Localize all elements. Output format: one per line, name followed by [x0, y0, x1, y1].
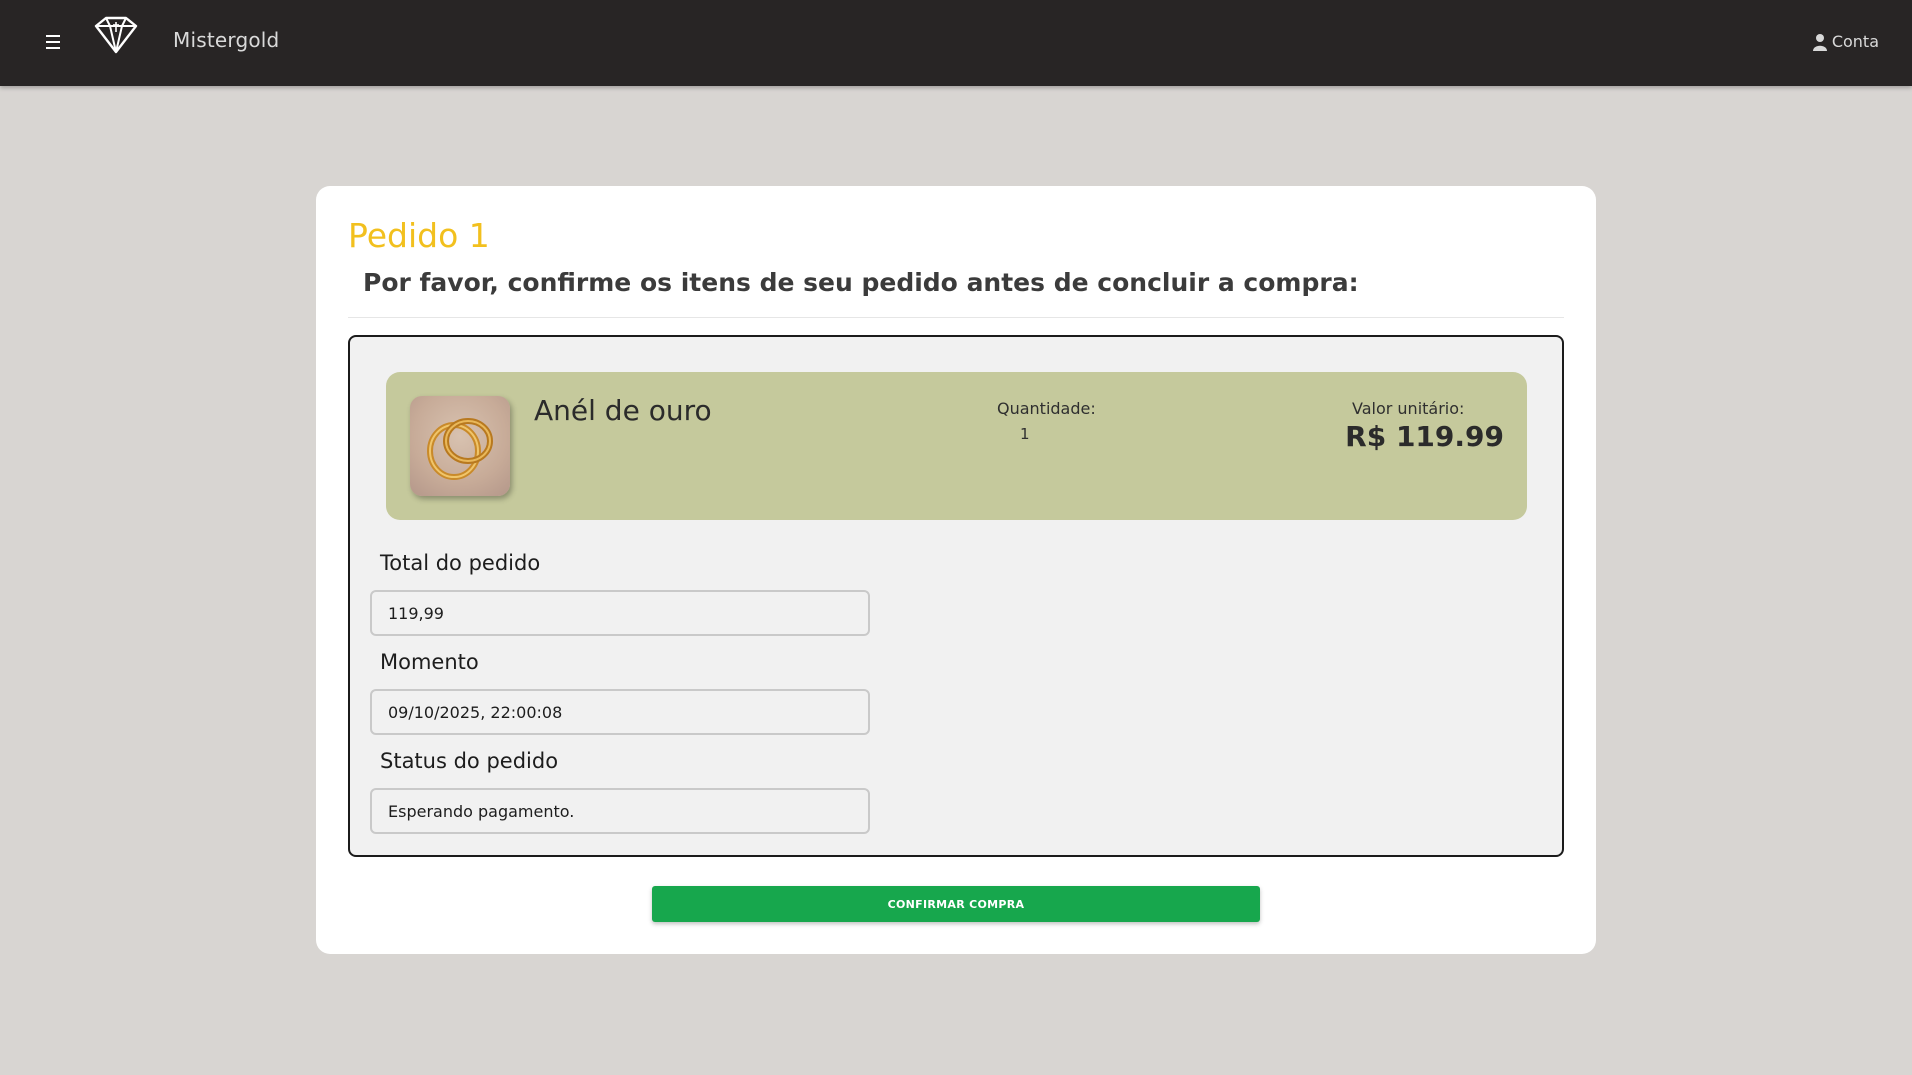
status-field[interactable]: [370, 788, 870, 834]
brand-name[interactable]: Mistergold: [173, 28, 279, 52]
user-icon: [1812, 33, 1827, 51]
order-card: Pedido 1 Por favor, confirme os itens de…: [316, 186, 1596, 954]
account-label: Conta: [1831, 32, 1879, 51]
diamond-logo-icon[interactable]: [90, 16, 142, 56]
unit-price-value: R$ 119.99: [1345, 420, 1504, 453]
total-field[interactable]: [370, 590, 870, 636]
quantity-label: Quantidade:: [997, 399, 1096, 418]
quantity-value: 1: [1020, 425, 1030, 443]
hamburger-menu-icon[interactable]: [46, 31, 66, 53]
page-subtitle: Por favor, confirme os itens de seu pedi…: [363, 268, 1359, 297]
status-label: Status do pedido: [380, 749, 559, 773]
confirm-purchase-button[interactable]: CONFIRMAR COMPRA: [652, 886, 1260, 922]
page-title: Pedido 1: [348, 216, 490, 255]
moment-field[interactable]: [370, 689, 870, 735]
item-name: Anél de ouro: [534, 394, 712, 427]
order-item: Anél de ouro Quantidade: 1 Valor unitári…: [386, 372, 1527, 520]
total-label: Total do pedido: [380, 551, 541, 575]
order-items-box: Anél de ouro Quantidade: 1 Valor unitári…: [348, 335, 1564, 857]
moment-label: Momento: [380, 650, 479, 674]
gold-rings-image: [410, 396, 510, 496]
unit-price-label: Valor unitário:: [1352, 399, 1465, 418]
navbar: Mistergold Conta: [0, 0, 1912, 86]
account-link[interactable]: Conta: [1812, 32, 1879, 51]
divider: [348, 317, 1564, 318]
